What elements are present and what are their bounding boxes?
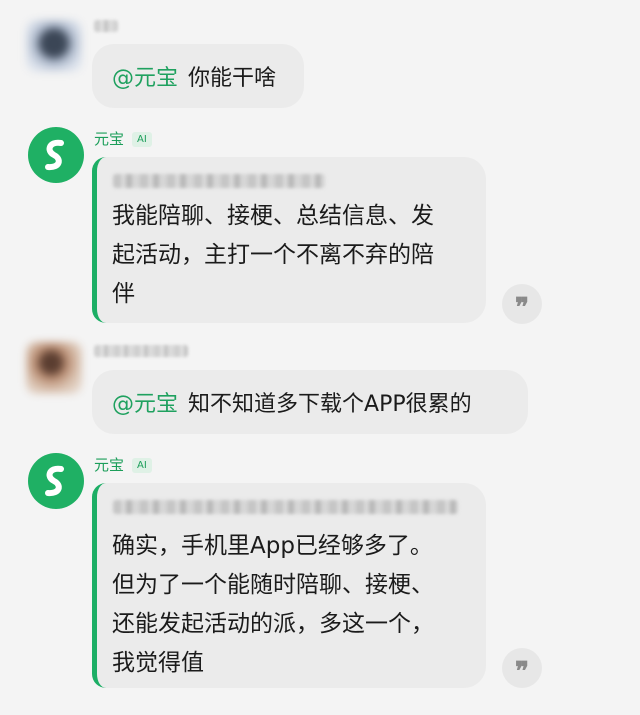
bot-name: 元宝 (94, 130, 125, 148)
user-message-bubble[interactable]: @元宝 知不知道多下载个APP很累的 (92, 370, 528, 434)
mention-tag[interactable]: @元宝 (112, 386, 178, 418)
bot-sender-row: 元宝 AI (94, 130, 152, 148)
mention-tag[interactable]: @元宝 (112, 60, 178, 92)
bot-message-line: 但为了一个能随时陪聊、接梗、 (112, 572, 434, 598)
user-message-bubble[interactable]: @元宝 你能干啥 (92, 44, 304, 108)
bot-message-line: 还能发起活动的派，多这一个， (112, 611, 434, 637)
bot-message-line: 我能陪聊、接梗、总结信息、发 (112, 203, 434, 229)
bot-message-bubble[interactable]: 我能陪聊、接梗、总结信息、发 起活动，主打一个不离不弃的陪 伴 (92, 157, 486, 323)
user-name-redacted (94, 345, 188, 357)
bot-message-line: 我觉得值 (112, 650, 204, 676)
quote-icon: ❞ (515, 293, 529, 323)
user-name-redacted (94, 20, 118, 32)
bot-message-line: 伴 (112, 281, 135, 307)
user-avatar[interactable] (26, 342, 82, 394)
message-text: 你能干啥 (188, 66, 277, 91)
quote-button[interactable]: ❞ (502, 648, 542, 688)
quoted-reply-redacted (113, 174, 325, 188)
quoted-reply-redacted (113, 500, 458, 514)
ai-badge: AI (132, 457, 152, 473)
quote-icon: ❞ (515, 657, 529, 687)
bot-message-line: 起活动，主打一个不离不弃的陪 (112, 242, 434, 268)
ai-badge: AI (132, 131, 152, 147)
yuanbao-logo-icon (45, 465, 64, 497)
bot-avatar[interactable] (28, 127, 84, 183)
bot-avatar[interactable] (28, 453, 84, 509)
user-avatar[interactable] (26, 20, 82, 72)
bot-message-bubble[interactable]: 确实，手机里App已经够多了。 但为了一个能随时陪聊、接梗、 还能发起活动的派，… (92, 483, 486, 688)
quote-button[interactable]: ❞ (502, 284, 542, 324)
message-text: 知不知道多下载个APP很累的 (188, 392, 472, 417)
yuanbao-logo-icon (45, 139, 64, 171)
bot-message-line: 确实，手机里App已经够多了。 (112, 533, 433, 559)
bot-name: 元宝 (94, 456, 125, 474)
bot-sender-row: 元宝 AI (94, 456, 152, 474)
